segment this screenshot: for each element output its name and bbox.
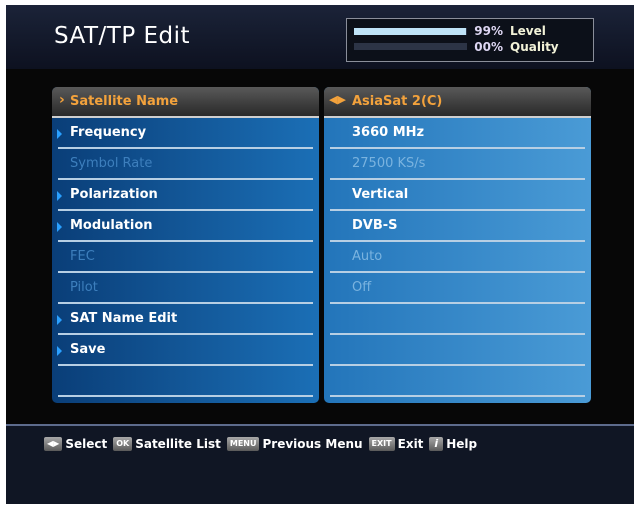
- value-sat-name-edit: [324, 304, 591, 335]
- bullet-arrow-icon: [57, 346, 62, 356]
- key-hints: ◀▶ Select OK Satellite List MENU Previous Men…: [44, 434, 483, 454]
- menu-item-polarization[interactable]: Polarization: [52, 180, 319, 211]
- menu-item-label: Modulation: [70, 218, 153, 233]
- menu-item-label: Frequency: [70, 125, 147, 140]
- hint-exit: Exit: [397, 437, 424, 451]
- info-key-icon: i: [429, 437, 444, 451]
- menu-item-label: Symbol Rate: [70, 156, 153, 171]
- field-values-panel: ◀▶ AsiaSat 2(C) 3660 MHz 27500 KS/s Vertical…: [324, 87, 591, 403]
- value-save: [324, 335, 591, 366]
- menu-item-symbol-rate: Symbol Rate: [52, 149, 319, 180]
- value-modulation[interactable]: DVB-S: [324, 211, 591, 242]
- row-divider: [58, 395, 313, 397]
- menu-item-satellite-name[interactable]: › Satellite Name: [52, 87, 319, 118]
- hint-help: Help: [446, 437, 478, 451]
- menu-item-save[interactable]: Save: [52, 335, 319, 366]
- menu-item-label: Pilot: [70, 280, 98, 295]
- hint-previous-menu: Previous Menu: [262, 437, 363, 451]
- footer: ◀▶ Select OK Satellite List MENU Previous Men…: [6, 426, 634, 504]
- menu-item-label: Save: [70, 342, 106, 357]
- menu-item-label: Satellite Name: [70, 94, 179, 109]
- quality-label: Quality: [510, 40, 559, 54]
- menu-key-icon: MENU: [226, 437, 260, 451]
- menu-item-empty: [52, 366, 319, 397]
- value-frequency[interactable]: 3660 MHz: [324, 118, 591, 149]
- ok-key-icon: OK: [113, 437, 133, 451]
- field-value: 3660 MHz: [352, 125, 425, 140]
- left-right-arrows-icon: ◀▶: [329, 93, 346, 106]
- value-satellite-name[interactable]: ◀▶ AsiaSat 2(C): [324, 87, 591, 118]
- menu-item-frequency[interactable]: Frequency: [52, 118, 319, 149]
- value-empty: [324, 366, 591, 397]
- signal-status: 99% Level 00% Quality: [346, 18, 594, 62]
- value-pilot: Off: [324, 273, 591, 304]
- field-value: Vertical: [352, 187, 409, 202]
- level-bar: [354, 28, 467, 35]
- tv-screen: SAT/TP Edit 99% Level 00% Quality › Satel…: [6, 5, 634, 504]
- hint-satellite-list: Satellite List: [135, 437, 221, 451]
- menu-item-sat-name-edit[interactable]: SAT Name Edit: [52, 304, 319, 335]
- field-value: Auto: [352, 249, 383, 264]
- chevron-right-icon: ›: [59, 92, 65, 108]
- exit-key-icon: EXIT: [368, 437, 395, 451]
- menu-item-label: FEC: [70, 249, 95, 264]
- quality-percent: 00%: [474, 40, 503, 54]
- hint-select: Select: [65, 437, 108, 451]
- menu-item-label: SAT Name Edit: [70, 311, 178, 326]
- field-labels-panel: › Satellite Name Frequency Symbol Rate Polar…: [52, 87, 319, 403]
- page-title: SAT/TP Edit: [54, 23, 191, 49]
- bullet-arrow-icon: [57, 191, 62, 201]
- bullet-arrow-icon: [57, 315, 62, 325]
- header: SAT/TP Edit 99% Level 00% Quality: [6, 5, 634, 69]
- bullet-arrow-icon: [57, 222, 62, 232]
- quality-bar: [354, 43, 467, 50]
- value-symbol-rate: 27500 KS/s: [324, 149, 591, 180]
- level-bar-fill: [354, 28, 466, 35]
- field-value: AsiaSat 2(C): [352, 94, 443, 109]
- field-value: DVB-S: [352, 218, 398, 233]
- field-value: 27500 KS/s: [352, 156, 426, 171]
- value-polarization[interactable]: Vertical: [324, 180, 591, 211]
- level-label: Level: [510, 24, 546, 38]
- left-right-arrows-icon: ◀▶: [44, 437, 63, 451]
- menu-item-pilot: Pilot: [52, 273, 319, 304]
- menu-item-modulation[interactable]: Modulation: [52, 211, 319, 242]
- menu-item-fec: FEC: [52, 242, 319, 273]
- row-divider: [330, 395, 585, 397]
- bullet-arrow-icon: [57, 129, 62, 139]
- field-value: Off: [352, 280, 372, 295]
- level-percent: 99%: [474, 24, 503, 38]
- value-fec: Auto: [324, 242, 591, 273]
- menu-item-label: Polarization: [70, 187, 158, 202]
